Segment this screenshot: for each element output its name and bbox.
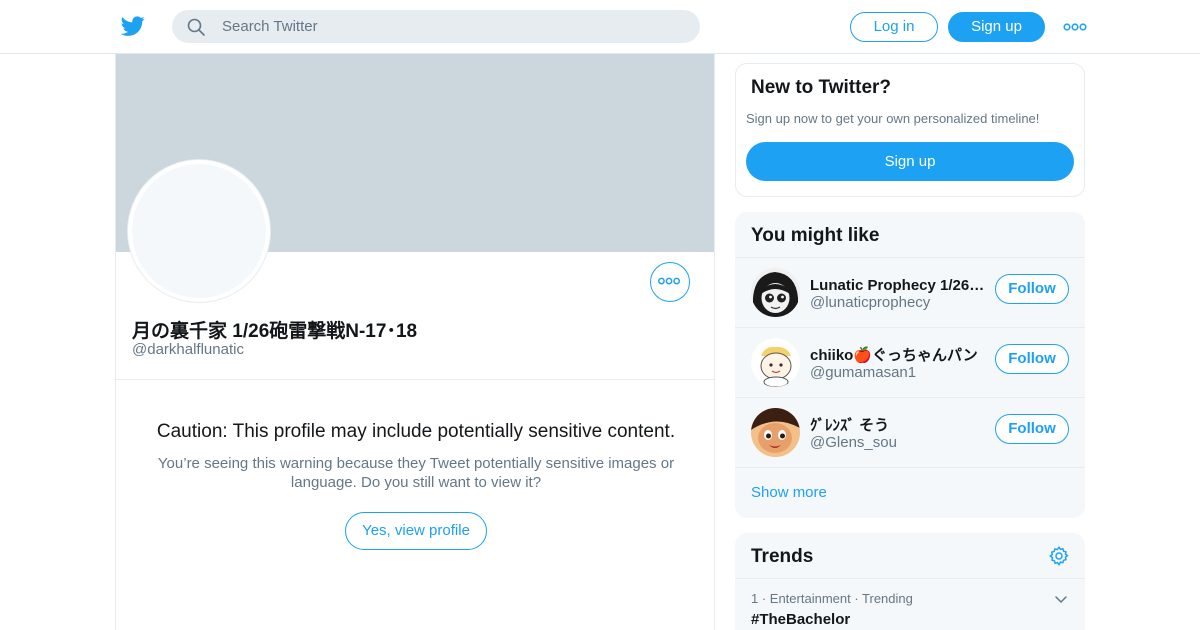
avatar [751, 268, 800, 317]
profile-avatar [128, 160, 270, 302]
trends-card: Trends 1 · Entertainment · Trending #The… [735, 533, 1085, 630]
avatar [751, 408, 800, 457]
show-more-link[interactable]: Show more [735, 467, 1085, 518]
follow-button[interactable]: Follow [995, 414, 1069, 444]
new-to-twitter-card: New to Twitter? Sign up now to get your … [735, 63, 1085, 197]
suggested-user-handle: @Glens_sou [810, 434, 897, 451]
divider [116, 379, 714, 380]
profile-display-name: 月の裏千家 1/26砲雷撃戦N-17･18 [132, 321, 418, 342]
sensitive-content-text: You’re seeing this warning because they … [157, 455, 675, 491]
more-dots-icon [658, 277, 681, 285]
suggested-user-name[interactable]: ｸﾞﾚﾝｽﾞ そう [810, 414, 988, 435]
search-bar[interactable] [172, 10, 700, 43]
trends-title: Trends [751, 546, 814, 567]
view-profile-button[interactable]: Yes, view profile [345, 512, 487, 550]
login-button[interactable]: Log in [850, 12, 938, 42]
suggested-user-handle: @gumamasan1 [810, 364, 917, 381]
suggested-user-name[interactable]: chiiko🍎ぐっちゃんパン [810, 344, 988, 365]
sensitive-content-title: Caution: This profile may include potent… [156, 421, 676, 442]
suggested-user-row[interactable]: Lunatic Prophecy 1/26砲雷撃戦N-17･18 @lunati… [735, 257, 1085, 327]
profile-more-button[interactable] [650, 262, 690, 302]
top-navigation-bar: Log in Sign up [0, 0, 1200, 54]
more-dots-icon[interactable] [1062, 17, 1088, 37]
signup-button[interactable]: Sign up [948, 12, 1045, 42]
trend-item[interactable]: 1 · Entertainment · Trending #TheBachelo… [735, 578, 1085, 630]
follow-button[interactable]: Follow [995, 344, 1069, 374]
profile-column: 月の裏千家 1/26砲雷撃戦N-17･18 @darkhalflunatic C… [115, 54, 715, 630]
new-to-twitter-subtitle: Sign up now to get your own personalized… [746, 111, 1040, 126]
sidebar-signup-button[interactable]: Sign up [746, 142, 1074, 181]
suggested-user-handle: @lunaticprophecy [810, 294, 931, 311]
twitter-bird-icon[interactable] [120, 14, 146, 38]
you-might-like-card: You might like Lunatic Prophecy 1/26砲雷撃戦… [735, 212, 1085, 518]
trend-meta: 1 · Entertainment · Trending [751, 591, 913, 606]
suggested-user-row[interactable]: ｸﾞﾚﾝｽﾞ そう @Glens_sou Follow [735, 397, 1085, 467]
follow-button[interactable]: Follow [995, 274, 1069, 304]
suggested-user-row[interactable]: chiiko🍎ぐっちゃんパン @gumamasan1 Follow [735, 327, 1085, 397]
show-more-label[interactable]: Show more [751, 484, 827, 501]
new-to-twitter-title: New to Twitter? [751, 77, 892, 98]
search-icon [187, 18, 205, 36]
trend-name[interactable]: #TheBachelor [751, 611, 850, 628]
profile-handle: @darkhalflunatic [132, 341, 244, 358]
gear-icon[interactable] [1048, 545, 1070, 567]
suggested-user-name[interactable]: Lunatic Prophecy 1/26砲雷撃戦N-17･18 [810, 274, 988, 295]
search-input[interactable] [222, 10, 682, 43]
chevron-down-icon[interactable] [1053, 591, 1069, 607]
you-might-like-title: You might like [751, 225, 880, 246]
avatar [751, 338, 800, 387]
